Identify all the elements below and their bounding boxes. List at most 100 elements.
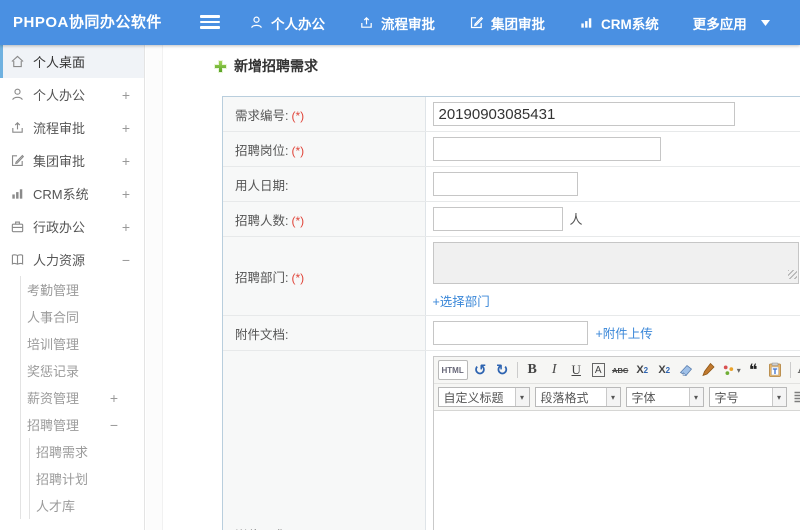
sidebar-item-personal-desktop[interactable]: 个人桌面: [0, 45, 144, 78]
sidebar-item-label: 考勤管理: [27, 283, 80, 298]
field-label: 用人日期:: [235, 178, 289, 193]
font-style-icon[interactable]: A: [591, 363, 605, 377]
select-department-link[interactable]: +选择部门: [433, 295, 490, 309]
nav-label: 更多应用: [692, 16, 747, 32]
field-label: 招聘部门:: [235, 270, 289, 285]
sidebar-item-recruitment-requests[interactable]: 招聘需求: [30, 438, 144, 465]
resize-handle[interactable]: [787, 270, 797, 279]
blockquote-icon[interactable]: ❝: [744, 360, 763, 380]
attachment-input[interactable]: [432, 321, 588, 345]
app-logo[interactable]: PHPOA协同办公软件: [13, 0, 162, 45]
redo-icon[interactable]: ↻: [493, 360, 512, 380]
request-number-input[interactable]: [432, 102, 735, 126]
form-row-hire-date: 用人日期:: [223, 166, 800, 202]
emoticon-icon[interactable]: ▾: [721, 360, 741, 380]
custom-heading-select[interactable]: 自定义标题 ▾: [437, 387, 530, 407]
sidebar-item-recruitment-plans[interactable]: 招聘计划: [30, 465, 144, 492]
format-brush-icon[interactable]: [699, 360, 718, 380]
nav-label: 流程审批: [381, 16, 435, 32]
underline-icon[interactable]: U: [567, 360, 586, 380]
paragraph-format-select[interactable]: 段落格式 ▾: [534, 387, 621, 407]
caret-down-icon: ▾: [736, 365, 741, 375]
nav-more-apps[interactable]: 更多应用: [676, 0, 787, 45]
add-icon: [214, 59, 227, 73]
department-textarea[interactable]: [432, 242, 799, 284]
collapse-icon[interactable]: −: [110, 418, 118, 432]
approval-edit-icon: [10, 153, 25, 168]
form-row-department: 招聘部门: (*) +选择部门: [223, 236, 800, 316]
field-label: 招聘人数:: [235, 213, 289, 228]
sidebar-item-group-approval[interactable]: 集团审批 +: [0, 144, 144, 177]
font-color-icon[interactable]: A▾: [796, 360, 800, 380]
sidebar-item-rewards-punishments[interactable]: 奖惩记录: [21, 357, 144, 384]
form-row-attachment: 附件文档: +附件上传: [223, 315, 800, 351]
expand-icon[interactable]: +: [122, 88, 130, 102]
sidebar-item-talent-pool[interactable]: 人才库: [30, 492, 144, 519]
sidebar-item-hr-contracts[interactable]: 人事合同: [21, 303, 144, 330]
sidebar-item-label: 招聘需求: [36, 445, 89, 460]
nav-crm-system[interactable]: CRM系统: [562, 0, 676, 45]
hr-icon: [10, 252, 25, 267]
sidebar-item-personal-office[interactable]: 个人办公 +: [0, 78, 144, 111]
briefcase-icon: [10, 219, 25, 234]
expand-icon[interactable]: +: [122, 220, 130, 234]
page-title: 新增招聘需求: [214, 56, 318, 76]
headcount-input[interactable]: [432, 207, 563, 231]
hr-submenu: 考勤管理 人事合同 培训管理 奖惩记录 薪资管理 + 招聘管理 − 招聘需求 招…: [20, 276, 144, 519]
sidebar-item-label: 行政办公: [33, 220, 86, 235]
sidebar-item-administration[interactable]: 行政办公 +: [0, 210, 144, 243]
home-icon: [10, 54, 25, 69]
required-mark: (*): [291, 143, 305, 158]
attachment-upload-link[interactable]: +附件上传: [596, 327, 653, 341]
form-row-position: 招聘岗位: (*): [223, 131, 800, 167]
align-left-icon[interactable]: [792, 387, 800, 407]
eraser-icon[interactable]: [677, 360, 696, 380]
nav-process-approval[interactable]: 流程审批: [342, 0, 452, 45]
expand-icon[interactable]: +: [122, 187, 130, 201]
sidebar-item-crm-system[interactable]: CRM系统 +: [0, 177, 144, 210]
nav-group-approval[interactable]: 集团审批: [452, 0, 562, 45]
panel-divider: [146, 45, 163, 530]
nav-personal-office[interactable]: 个人办公: [232, 0, 342, 45]
sidebar-item-salary-management[interactable]: 薪资管理 +: [21, 384, 144, 411]
sidebar-item-process-approval[interactable]: 流程审批 +: [0, 111, 144, 144]
sidebar-item-training-management[interactable]: 培训管理: [21, 330, 144, 357]
expand-icon[interactable]: +: [110, 391, 118, 405]
paste-icon[interactable]: [766, 360, 785, 380]
top-nav: 个人办公 流程审批 集团审批 CRM系统 更多应用: [232, 0, 787, 45]
sidebar-item-recruitment-management[interactable]: 招聘管理 −: [21, 411, 144, 438]
sidebar-item-human-resources[interactable]: 人力资源 −: [0, 243, 144, 276]
caret-down-icon: ▾: [771, 388, 786, 406]
top-bar: PHPOA协同办公软件 个人办公 流程审批 集团审批 CRM系统 更多应用: [0, 0, 800, 45]
hire-date-input[interactable]: [432, 172, 578, 196]
sidebar-item-label: 招聘计划: [36, 472, 89, 487]
expand-icon[interactable]: +: [122, 154, 130, 168]
undo-icon[interactable]: ↺: [471, 360, 490, 380]
italic-icon[interactable]: I: [545, 360, 564, 380]
sidebar-item-attendance-management[interactable]: 考勤管理: [21, 276, 144, 303]
sidebar-item-label: CRM系统: [33, 187, 89, 202]
strikethrough-icon[interactable]: ABC: [611, 360, 630, 380]
caret-down-icon: ▾: [688, 388, 703, 406]
subscript-icon[interactable]: X2: [655, 360, 674, 380]
editor-content-area[interactable]: [433, 411, 800, 530]
superscript-icon[interactable]: X2: [633, 360, 652, 380]
chart-icon: [10, 186, 25, 201]
font-size-select[interactable]: 字号 ▾: [708, 387, 787, 407]
html-source-button[interactable]: HTML: [437, 360, 468, 380]
editor-toolbar-row2: 自定义标题 ▾ 段落格式 ▾ 字体 ▾ 字号 ▾: [433, 384, 800, 411]
menu-toggle-icon[interactable]: [200, 15, 220, 32]
approval-edit-icon: [469, 15, 484, 30]
chart-icon: [579, 15, 594, 30]
user-icon: [249, 15, 264, 30]
bold-icon[interactable]: B: [523, 360, 542, 380]
expand-icon[interactable]: +: [122, 121, 130, 135]
collapse-icon[interactable]: −: [122, 253, 130, 267]
position-input[interactable]: [432, 137, 661, 161]
sidebar-item-label: 个人桌面: [33, 55, 86, 70]
nav-label: CRM系统: [601, 16, 659, 32]
sidebar-item-label: 奖惩记录: [27, 364, 80, 379]
font-family-select[interactable]: 字体 ▾: [625, 387, 704, 407]
caret-down-icon: ▾: [514, 388, 529, 406]
nav-label: 个人办公: [271, 16, 325, 32]
